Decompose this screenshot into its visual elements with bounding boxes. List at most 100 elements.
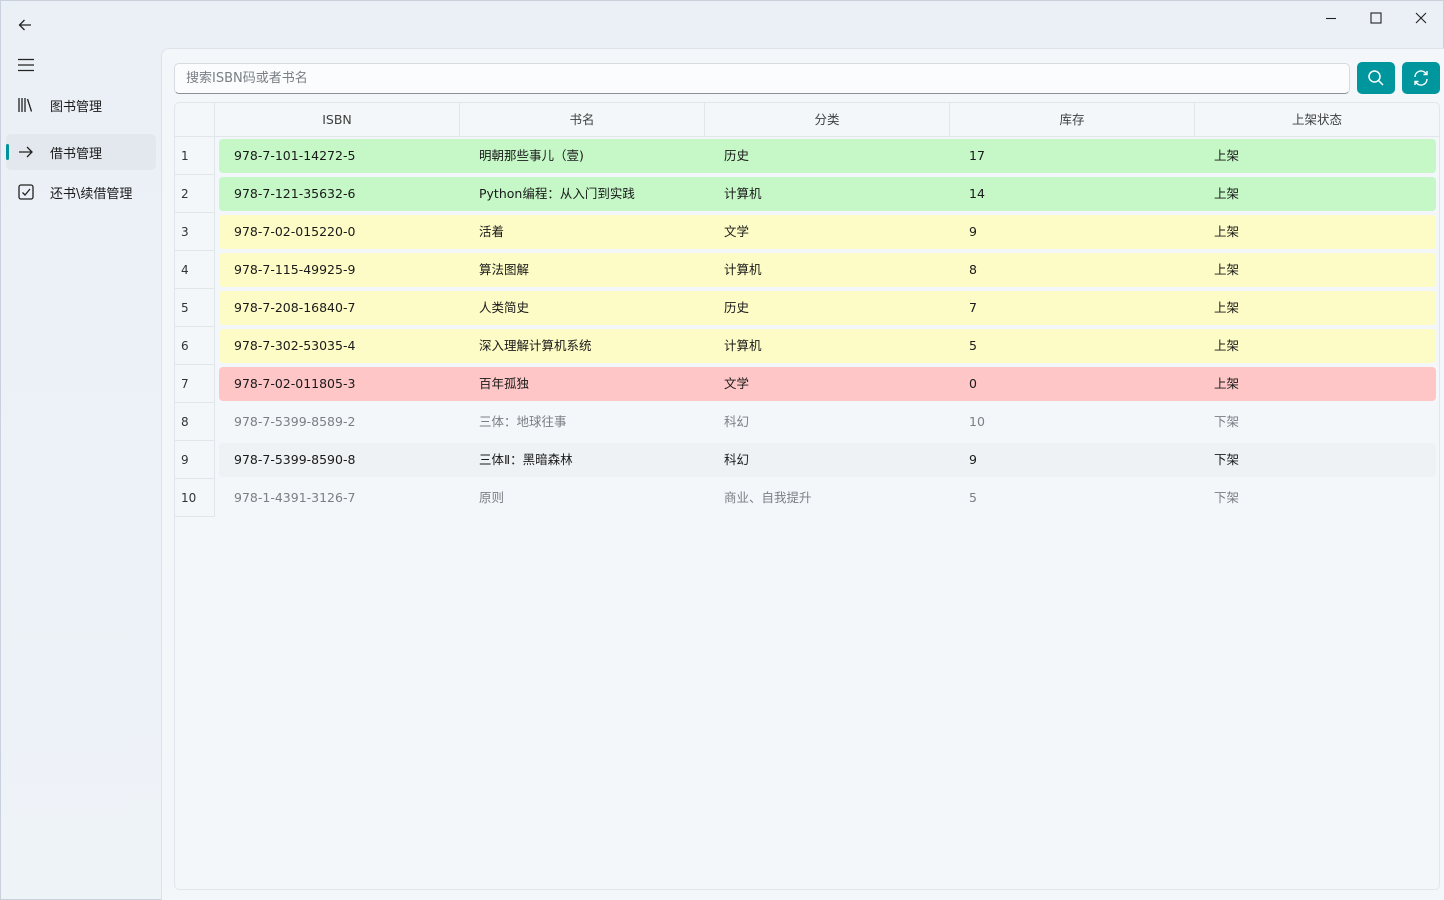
search-input[interactable] — [174, 63, 1350, 94]
hamburger-menu-button[interactable] — [11, 51, 41, 79]
row-number-header — [175, 103, 215, 137]
arrow-right-icon — [6, 144, 46, 160]
cell-stock: 9 — [969, 224, 977, 239]
table-header: ISBN 书名 分类 库存 上架状态 — [175, 103, 1439, 137]
cell-title: 明朝那些事儿（壹) — [479, 148, 584, 163]
cell-status: 下架 — [1214, 414, 1240, 429]
cell-title: 三体：地球往事 — [479, 414, 567, 429]
active-indicator — [6, 144, 9, 160]
row-number: 5 — [175, 289, 215, 327]
table-row[interactable]: 978-7-02-011805-3 百年孤独 文学 0 上架 — [219, 367, 1436, 401]
cell-title: 深入理解计算机系统 — [479, 338, 592, 353]
cell-status: 上架 — [1214, 148, 1240, 163]
cell-category: 科幻 — [724, 414, 750, 429]
sidebar-item-borrow-management[interactable]: 借书管理 — [6, 134, 156, 170]
cell-stock: 7 — [969, 300, 977, 315]
checkbox-icon — [6, 183, 46, 201]
maximize-icon — [1369, 12, 1382, 24]
cell-stock: 9 — [969, 452, 977, 467]
cell-isbn: 978-7-115-49925-9 — [234, 262, 356, 277]
maximize-button[interactable] — [1353, 1, 1398, 35]
close-icon — [1415, 12, 1426, 24]
table-row[interactable]: 978-7-02-015220-0 活着 文学 9 上架 — [219, 215, 1436, 249]
table-row[interactable]: 978-7-208-16840-7 人类简史 历史 7 上架 — [219, 291, 1436, 325]
sidebar-item-return-renew[interactable]: 还书\续借管理 — [6, 174, 156, 210]
cell-stock: 17 — [969, 148, 985, 163]
cell-category: 计算机 — [724, 186, 762, 201]
cell-status: 上架 — [1214, 186, 1240, 201]
cell-stock: 5 — [969, 338, 977, 353]
search-icon — [1368, 70, 1384, 86]
cell-status: 上架 — [1214, 300, 1240, 315]
row-number: 6 — [175, 327, 215, 365]
cell-title: 原则 — [479, 490, 505, 505]
cell-title: 三体Ⅱ：黑暗森林 — [479, 452, 573, 467]
cell-stock: 10 — [969, 414, 985, 429]
table-row[interactable]: 978-7-302-53035-4 深入理解计算机系统 计算机 5 上架 — [219, 329, 1436, 363]
close-button[interactable] — [1398, 1, 1443, 35]
column-header-status[interactable]: 上架状态 — [1195, 103, 1439, 137]
cell-isbn: 978-7-302-53035-4 — [234, 338, 356, 353]
cell-stock: 14 — [969, 186, 985, 201]
sidebar-item-label: 还书\续借管理 — [50, 186, 133, 202]
refresh-icon — [1414, 70, 1428, 86]
cell-isbn: 978-7-121-35632-6 — [234, 186, 356, 201]
row-number: 2 — [175, 175, 215, 213]
cell-category: 文学 — [724, 224, 750, 239]
cell-title: 百年孤独 — [479, 376, 530, 391]
cell-status: 上架 — [1214, 262, 1240, 277]
table-row[interactable]: 978-7-101-14272-5 明朝那些事儿（壹) 历史 17 上架 — [219, 139, 1436, 173]
minimize-icon — [1325, 17, 1336, 20]
main-content: ISBN 书名 分类 库存 上架状态 1 978-7-101-14272-5 明朝那… — [161, 48, 1444, 900]
library-icon — [6, 96, 46, 114]
cell-category: 历史 — [724, 300, 750, 315]
cell-status: 下架 — [1214, 490, 1240, 505]
cell-stock: 8 — [969, 262, 977, 277]
cell-status: 上架 — [1214, 224, 1240, 239]
column-header-isbn[interactable]: ISBN — [215, 103, 460, 137]
cell-category: 商业、自我提升 — [724, 490, 812, 505]
cell-stock: 0 — [969, 376, 977, 391]
column-header-stock[interactable]: 库存 — [950, 103, 1195, 137]
table-row[interactable]: 978-7-121-35632-6 Python编程：从入门到实践 计算机 14 上架 — [219, 177, 1436, 211]
minimize-button[interactable] — [1308, 1, 1353, 35]
cell-title: 算法图解 — [479, 262, 530, 277]
table-row[interactable]: 978-1-4391-3126-7 原则 商业、自我提升 5 下架 — [219, 481, 1436, 515]
back-arrow-icon — [18, 19, 31, 31]
cell-stock: 5 — [969, 490, 977, 505]
refresh-button[interactable] — [1402, 62, 1440, 94]
cell-category: 历史 — [724, 148, 750, 163]
cell-isbn: 978-7-02-015220-0 — [234, 224, 356, 239]
cell-title: 人类简史 — [479, 300, 530, 315]
hamburger-icon — [18, 58, 34, 72]
row-number: 4 — [175, 251, 215, 289]
cell-category: 计算机 — [724, 338, 762, 353]
window-controls — [1308, 1, 1443, 35]
table-row[interactable]: 978-7-115-49925-9 算法图解 计算机 8 上架 — [219, 253, 1436, 287]
cell-status: 上架 — [1214, 338, 1240, 353]
column-header-title[interactable]: 书名 — [460, 103, 705, 137]
cell-isbn: 978-7-02-011805-3 — [234, 376, 356, 391]
row-number: 9 — [175, 441, 215, 479]
row-number: 10 — [175, 479, 215, 517]
row-number: 3 — [175, 213, 215, 251]
table-row[interactable]: 978-7-5399-8590-8 三体Ⅱ：黑暗森林 科幻 9 下架 — [219, 443, 1436, 477]
cell-status: 下架 — [1214, 452, 1240, 467]
cell-isbn: 978-7-5399-8590-8 — [234, 452, 356, 467]
row-number: 1 — [175, 137, 215, 175]
cell-isbn: 978-7-101-14272-5 — [234, 148, 356, 163]
cell-status: 上架 — [1214, 376, 1240, 391]
back-button[interactable] — [11, 11, 39, 39]
cell-category: 计算机 — [724, 262, 762, 277]
table-row[interactable]: 978-7-5399-8589-2 三体：地球往事 科幻 10 下架 — [219, 405, 1436, 439]
cell-isbn: 978-7-5399-8589-2 — [234, 414, 356, 429]
cell-category: 科幻 — [724, 452, 750, 467]
search-button[interactable] — [1357, 62, 1395, 94]
cell-title: 活着 — [479, 224, 505, 239]
sidebar-item-label: 图书管理 — [50, 99, 103, 115]
row-number: 7 — [175, 365, 215, 403]
sidebar-item-book-management[interactable]: 图书管理 — [6, 87, 156, 123]
cell-category: 文学 — [724, 376, 750, 391]
column-header-category[interactable]: 分类 — [705, 103, 950, 137]
cell-title: Python编程：从入门到实践 — [479, 186, 635, 201]
